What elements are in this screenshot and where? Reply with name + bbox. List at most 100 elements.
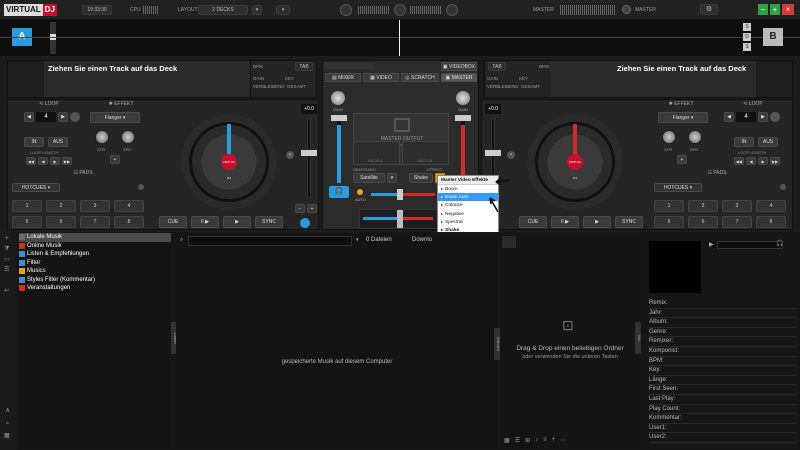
video-crossfader-handle[interactable]	[397, 189, 403, 200]
effect-spd-knob[interactable]	[121, 130, 135, 144]
videobox-button[interactable]: ▣ VIDEOBOX	[441, 62, 477, 71]
add-icon[interactable]: +	[552, 437, 556, 443]
loop-fwd-small-button[interactable]: ▶	[50, 157, 60, 165]
pad-5[interactable]: 5	[654, 216, 684, 228]
maximize-button[interactable]: +	[770, 4, 780, 15]
layout-arrow-button[interactable]: ▾	[276, 5, 290, 15]
pad-6[interactable]: 6	[46, 216, 76, 228]
deck-left-jogwheel[interactable]: VIRTUAL DJ	[181, 114, 277, 210]
tab-master[interactable]: ▣ MASTER	[441, 73, 477, 82]
master-knob-left[interactable]	[340, 4, 352, 16]
volume-left-track[interactable]	[337, 115, 341, 183]
back-icon[interactable]: ↩	[4, 287, 9, 294]
pads-settings[interactable]	[780, 184, 786, 190]
sync-button[interactable]: SYNC	[255, 216, 283, 228]
deck-right-jogwheel[interactable]: VIRTUAL DJ	[527, 114, 623, 210]
download-label[interactable]: Downlo	[412, 237, 432, 243]
effect-select[interactable]: Shake	[409, 173, 433, 183]
tree-item-4[interactable]: Musics	[19, 267, 171, 276]
master-knob-right[interactable]	[446, 4, 458, 16]
effect-select[interactable]: Flanger ▾	[90, 112, 140, 123]
pad-7[interactable]: 7	[722, 216, 752, 228]
loop-in-button[interactable]: IN	[734, 137, 754, 147]
deck-a-preview[interactable]: DECK A	[353, 141, 400, 165]
volume-right-track[interactable]	[461, 115, 465, 183]
playlist-icon[interactable]: ≡	[543, 437, 547, 443]
pitch-slider-handle[interactable]	[485, 150, 501, 156]
tree-item-3[interactable]: Filter	[19, 259, 171, 268]
loop-double-button[interactable]: ▶	[758, 112, 768, 122]
tab-scratch[interactable]: ◎ SCRATCH	[401, 73, 439, 82]
pad-6[interactable]: 6	[688, 216, 718, 228]
preview-bar[interactable]	[717, 241, 783, 249]
pause-button[interactable]: II ▶	[191, 216, 219, 228]
effect-add-button[interactable]: +	[677, 155, 687, 164]
font-small-icon[interactable]: A	[6, 420, 9, 425]
dropdown-icon[interactable]: ▾	[356, 237, 359, 243]
tree-item-5[interactable]: Styles Filter (Kommentar)	[19, 276, 171, 285]
grid-icon[interactable]: ▦	[4, 432, 10, 439]
effect-add-button[interactable]: +	[110, 155, 120, 164]
loop-back-button[interactable]: ◀◀	[26, 157, 36, 165]
pitch-minus-button[interactable]: −	[295, 204, 305, 213]
gain-knob-left[interactable]	[331, 91, 345, 105]
play-icon[interactable]: ▶	[709, 241, 714, 248]
pad-5[interactable]: 5	[12, 216, 42, 228]
loop-fwd-button[interactable]: ▶▶	[770, 157, 780, 165]
loop-roll-knob[interactable]	[770, 112, 780, 122]
pad-3[interactable]: 3	[80, 200, 110, 212]
loop-half-button[interactable]: ◀	[24, 112, 34, 122]
tab-video[interactable]: ▦ VIDEO	[363, 73, 399, 82]
key-lock-icon[interactable]	[300, 218, 310, 228]
volume-right-handle[interactable]	[455, 115, 471, 121]
auto-led[interactable]	[357, 189, 363, 195]
transition-select[interactable]: Satellite	[353, 173, 385, 183]
font-large-icon[interactable]: A	[6, 408, 9, 414]
effect-select[interactable]: Flanger ▾	[658, 112, 708, 123]
filter-icon[interactable]: ⧩	[4, 246, 9, 253]
effect-str-knob[interactable]	[662, 130, 676, 144]
tree-item-6[interactable]: Veranstaltungen	[19, 284, 171, 293]
pad-3[interactable]: 3	[722, 200, 752, 212]
add-icon[interactable]: +	[5, 236, 9, 242]
menu-item-spectral[interactable]: Spectral	[438, 218, 498, 226]
minimize-button[interactable]: –	[758, 4, 768, 15]
video-crossfader-track[interactable]	[371, 193, 435, 196]
pad-2[interactable]: 2	[688, 200, 718, 212]
side-letter-3[interactable]: S	[743, 43, 751, 51]
hotcues-select[interactable]: HOTCUES ▾	[654, 183, 702, 192]
tree-item-0[interactable]: Lokale Musik	[19, 233, 171, 242]
pitch-slider-handle[interactable]	[301, 150, 317, 156]
pads-settings[interactable]	[138, 184, 144, 190]
master-knob-center[interactable]	[394, 4, 406, 16]
pitch-slider-track[interactable]	[307, 118, 311, 198]
master-volume-knob[interactable]	[622, 5, 631, 14]
tap-button[interactable]: TAB	[488, 62, 506, 71]
side-tab-info[interactable]: Info	[635, 322, 641, 354]
headphone-icon[interactable]: 🎧	[776, 240, 783, 247]
cue-button[interactable]: CUE	[519, 216, 547, 228]
browse-icon[interactable]: ⊞	[525, 437, 530, 444]
effect-spd-knob[interactable]	[688, 130, 702, 144]
playlist-icon[interactable]: ☰	[4, 266, 9, 273]
pad-7[interactable]: 7	[80, 216, 110, 228]
search-icon[interactable]: ⌕	[180, 237, 186, 243]
play-button[interactable]: ▶	[223, 216, 251, 228]
pad-1[interactable]: 1	[654, 200, 684, 212]
pad-4[interactable]: 4	[114, 200, 144, 212]
mic-icon[interactable]: ♪	[535, 437, 538, 443]
deck-b-preview[interactable]: DECK B	[402, 141, 449, 165]
pad-8[interactable]: 8	[756, 216, 786, 228]
pitch-reset[interactable]: •	[507, 151, 515, 159]
gain-knob-right[interactable]	[456, 91, 470, 105]
tree-item-1[interactable]: Online Musik	[19, 242, 171, 251]
sync-button[interactable]: SYNC	[615, 216, 643, 228]
play-button[interactable]: ▶	[583, 216, 611, 228]
hotcues-select[interactable]: HOTCUES ▾	[12, 183, 60, 192]
loop-back-small-button[interactable]: ◀	[38, 157, 48, 165]
cue-button[interactable]: CUE	[159, 216, 187, 228]
pad-8[interactable]: 8	[114, 216, 144, 228]
deck-b-badge[interactable]: B	[763, 28, 783, 46]
loop-double-button[interactable]: ▶	[58, 112, 68, 122]
close-button[interactable]: ×	[782, 4, 794, 15]
